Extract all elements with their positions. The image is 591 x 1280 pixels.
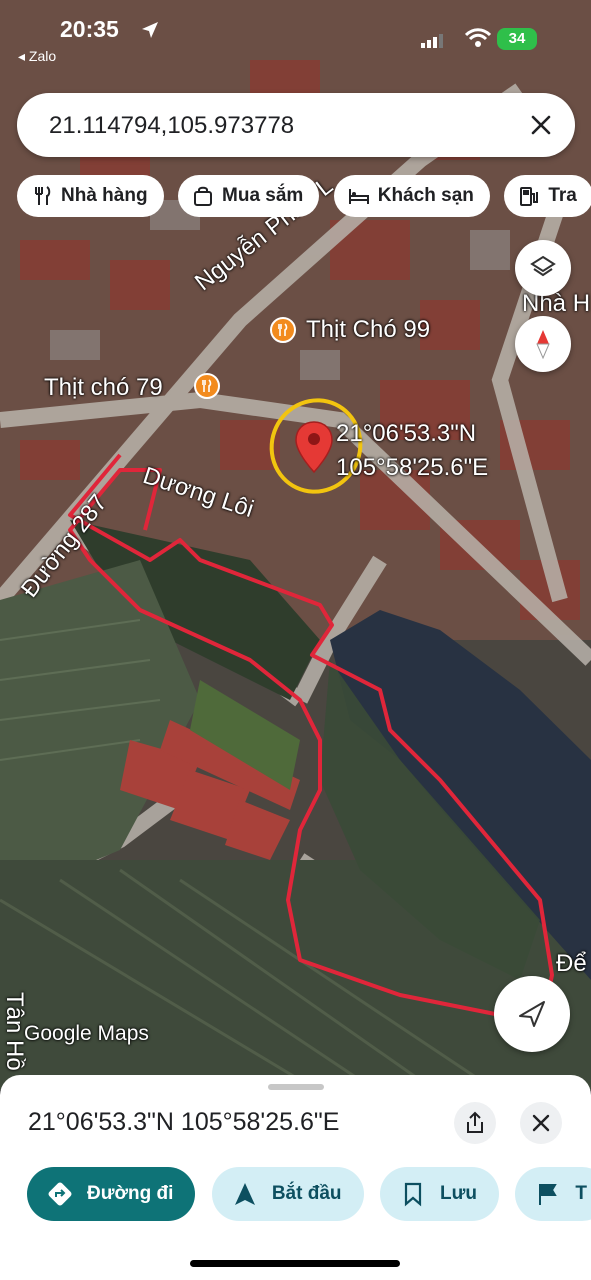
place-bottom-sheet[interactable]: 21°06'53.3"N 105°58'25.6"E Đường đi Bắt … [0,1075,591,1280]
satellite-imagery [0,0,591,1090]
close-sheet-button[interactable] [520,1102,562,1144]
directions-icon [48,1182,72,1206]
share-button[interactable] [454,1102,496,1144]
layers-button[interactable] [515,240,571,296]
category-chips: Nhà hàng Mua sắm Khách sạn Tra [17,175,591,219]
label-button-label: T [575,1183,588,1204]
save-button[interactable]: Lưu [379,1167,499,1221]
close-icon[interactable] [527,111,555,139]
location-pin-icon[interactable] [294,420,334,474]
wifi-icon [465,28,491,47]
directions-button[interactable]: Đường đi [27,1167,196,1221]
compass-button[interactable] [515,316,571,372]
hotel-bed-icon [348,189,369,204]
start-label: Bắt đầu [271,1183,342,1204]
status-bar: 20:35 ◂ Zalo 34 [0,0,591,80]
search-bar[interactable]: 21.114794,105.973778 [17,93,575,157]
layers-icon [530,255,556,277]
location-arrow-icon [142,22,158,38]
chip-restaurants[interactable]: Nhà hàng [17,175,164,217]
google-maps-watermark: Google Maps [24,1022,149,1045]
restaurant-icon [35,186,51,205]
chip-shopping[interactable]: Mua sắm [178,175,320,217]
label-button[interactable]: T [515,1167,591,1221]
home-indicator[interactable] [190,1260,400,1267]
map-edge-label-de: Để [556,950,587,977]
status-time: 20:35 [60,16,119,42]
chip-label: Tra [548,185,577,206]
poi-label-thit-cho-79[interactable]: Thịt chó 79 [44,374,163,402]
save-label: Lưu [439,1183,477,1204]
shopping-bag-icon [194,186,213,206]
restaurant-poi-icon[interactable] [270,317,296,343]
pin-longitude-label: 105°58'25.6"E [336,454,489,481]
navigation-arrow-icon [519,1001,545,1027]
compass-icon [536,330,550,360]
my-location-button[interactable] [494,976,570,1052]
navigation-arrow-icon [234,1183,255,1205]
chip-label: Mua sắm [222,185,304,206]
cellular-signal-icon [421,34,443,48]
restaurant-poi-icon[interactable] [194,373,220,399]
directions-label: Đường đi [87,1183,174,1204]
chip-label: Khách sạn [377,185,474,206]
place-title: 21°06'53.3"N 105°58'25.6"E [28,1108,340,1136]
chip-hotels[interactable]: Khách sạn [333,175,490,217]
start-button[interactable]: Bắt đầu [211,1167,364,1221]
chip-label: Nhà hàng [61,185,148,206]
chip-gas[interactable]: Tra [504,175,591,217]
flag-icon [539,1184,558,1205]
pin-latitude-label: 21°06'53.3"N [336,420,477,447]
gas-station-icon [520,187,539,206]
bookmark-icon [404,1182,422,1207]
action-buttons: Đường đi Bắt đầu Lưu T [27,1167,591,1223]
battery-indicator: 34 [497,28,537,50]
sheet-drag-handle[interactable] [268,1084,324,1090]
poi-label-thit-cho-99[interactable]: Thịt Chó 99 [306,316,430,344]
close-icon [532,1114,550,1132]
map-view[interactable]: Nguyễn Phi Ỷ L Thịt Chó 99 Thịt chó 79 2… [0,0,591,1090]
search-query-text[interactable]: 21.114794,105.973778 [49,112,294,140]
share-icon [467,1111,483,1133]
back-to-app-link[interactable]: ◂ Zalo [18,48,56,65]
